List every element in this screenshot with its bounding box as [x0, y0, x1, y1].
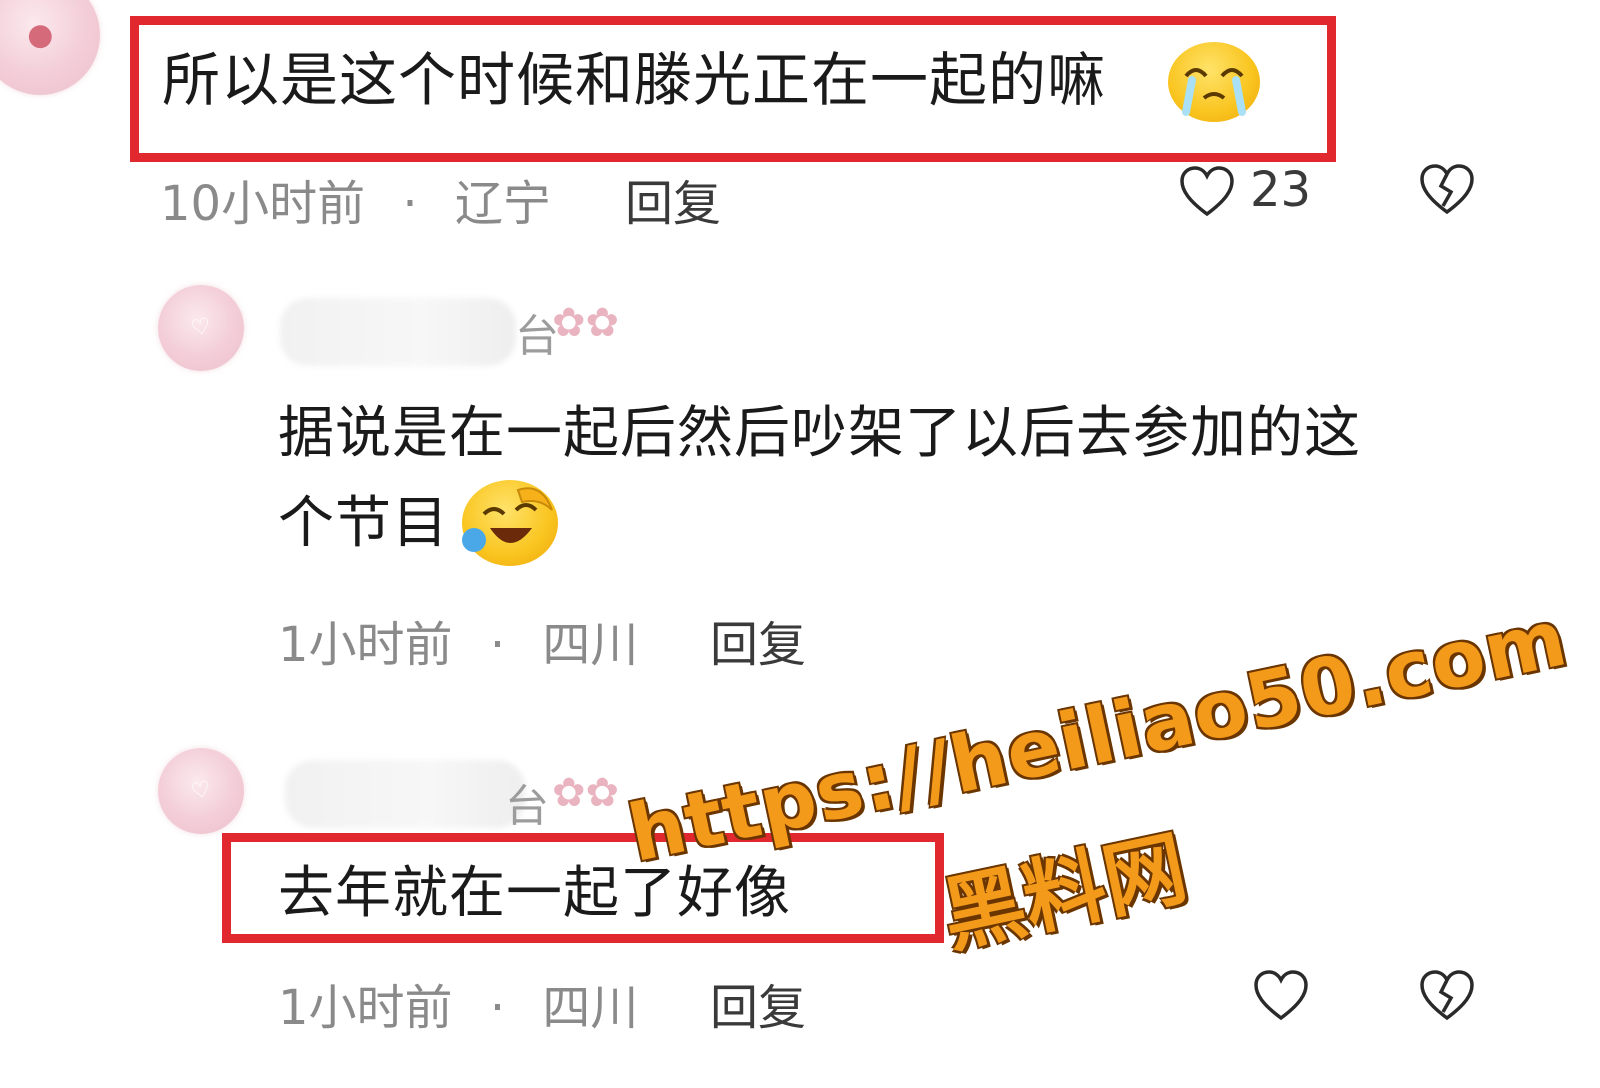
comment-meta: 1小时前 · 四川	[278, 980, 639, 1036]
comment-text-line: 据说是在一起后然后吵架了以后去参加的这	[278, 401, 1361, 466]
comment-time: 10小时前	[160, 176, 366, 232]
dislike-button[interactable]	[1418, 968, 1476, 1026]
reply-button[interactable]: 回复	[710, 605, 806, 675]
comment-location: 辽宁	[454, 176, 551, 232]
username-blurred	[280, 298, 516, 366]
comment-text: 所以是这个时候和滕光正在一起的嘛	[162, 46, 1107, 114]
reply-button[interactable]: 回复	[625, 164, 721, 234]
username-suffix: 台	[505, 781, 549, 832]
comment-location: 四川	[542, 617, 639, 673]
heart-icon	[1254, 970, 1308, 1021]
broken-heart-icon	[1420, 164, 1474, 215]
like-count: 23	[1250, 162, 1312, 218]
comment-text-line: 个节目	[278, 491, 449, 556]
like-button[interactable]	[1252, 968, 1310, 1026]
comment-time: 1小时前	[278, 980, 453, 1036]
comment-time: 1小时前	[278, 617, 453, 673]
crying-face-emoji	[1168, 42, 1260, 122]
slippers-icon: ✿✿	[552, 300, 620, 346]
comment-meta: 10小时前 · 辽宁	[160, 176, 551, 232]
avatar[interactable]: ♡	[158, 285, 244, 371]
username-blurred	[285, 760, 525, 828]
heart-icon	[1180, 166, 1234, 217]
like-button[interactable]: 23	[1178, 162, 1328, 222]
tears-of-joy-emoji	[462, 480, 558, 566]
dislike-button[interactable]	[1418, 162, 1476, 220]
avatar[interactable]: ●	[0, 0, 100, 95]
watermark-name: 黑料网	[934, 821, 1195, 966]
slippers-icon: ✿✿	[552, 770, 620, 816]
comment-location: 四川	[542, 980, 639, 1036]
broken-heart-icon	[1420, 970, 1474, 1021]
avatar[interactable]: ♡	[158, 748, 244, 834]
reply-button[interactable]: 回复	[710, 968, 806, 1038]
comment-meta: 1小时前 · 四川	[278, 617, 639, 673]
